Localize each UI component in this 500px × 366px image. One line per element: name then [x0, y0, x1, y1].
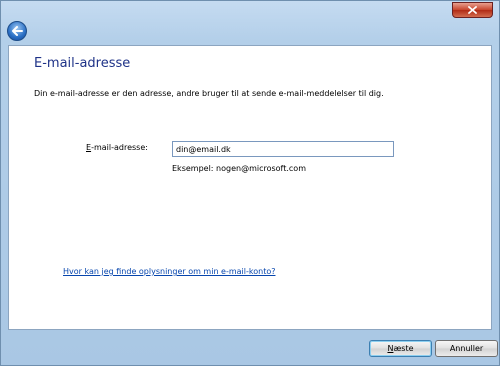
page-title: E-mail-adresse [34, 56, 131, 71]
next-label: æste [393, 344, 414, 353]
email-label-text: -mail-adresse: [91, 143, 148, 152]
help-link[interactable]: Hvor kan jeg finde oplysninger om min e-… [63, 267, 275, 276]
cancel-button[interactable]: Annuller [435, 340, 498, 357]
back-button[interactable] [7, 21, 27, 41]
wizard-content-panel: E-mail-adresse Din e-mail-adresse er den… [8, 45, 492, 330]
title-bar [1, 1, 499, 45]
email-field[interactable] [172, 141, 394, 157]
close-button[interactable] [452, 2, 493, 18]
button-bar: Næste Annuller [1, 331, 499, 365]
close-icon [468, 6, 477, 14]
back-arrow-icon [12, 26, 23, 36]
example-text: Eksempel: nogen@microsoft.com [172, 164, 306, 173]
email-field-label: E-mail-adresse: [86, 143, 148, 152]
next-button[interactable]: Næste [369, 340, 432, 357]
wizard-window: E-mail-adresse Din e-mail-adresse er den… [0, 0, 500, 366]
intro-text: Din e-mail-adresse er den adresse, andre… [34, 89, 384, 98]
